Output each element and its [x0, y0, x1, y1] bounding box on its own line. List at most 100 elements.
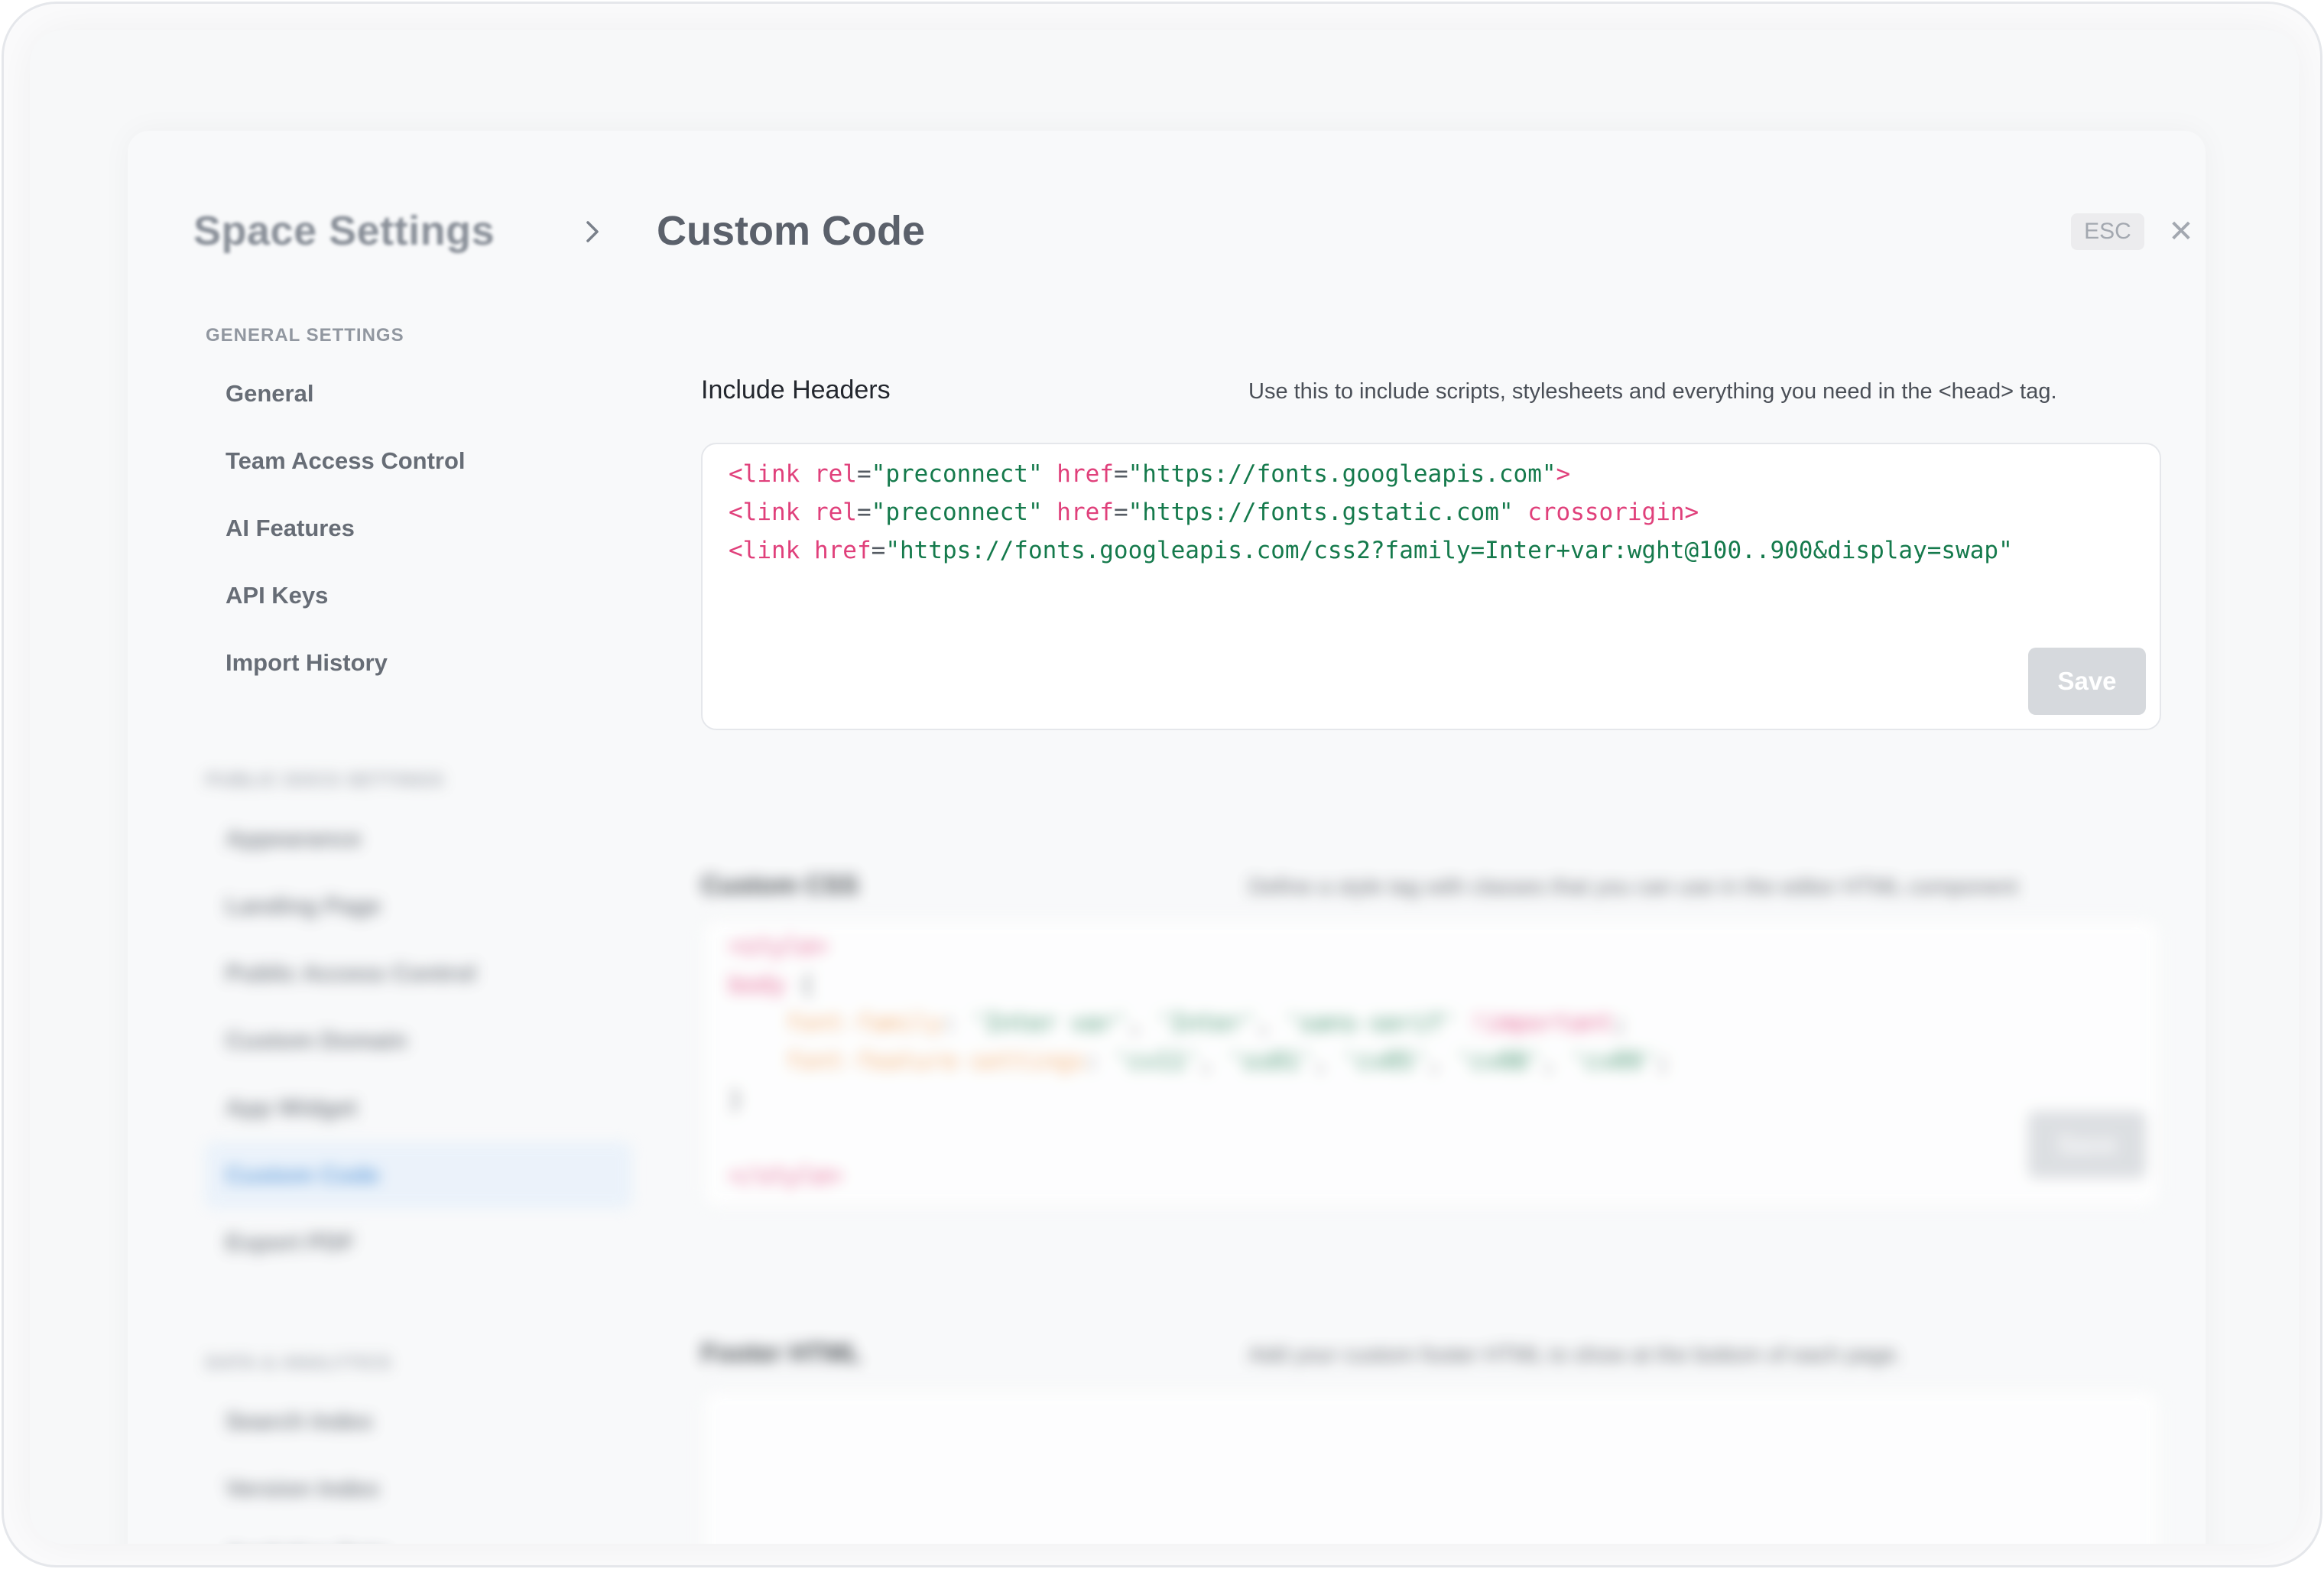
code-line[interactable]: </style>	[729, 1157, 2137, 1195]
code-token: }	[729, 1086, 743, 1113]
sidebar-general-list: General Team Access Control AI Features …	[204, 360, 632, 697]
sidebar-item-landing-page[interactable]: Landing Page	[204, 872, 632, 940]
custom-css-section: Custom CSS Define a style tag with class…	[701, 871, 2161, 1330]
device-frame: Space Settings Custom Code ESC ✕ GENERAL…	[2, 2, 2322, 1567]
code-token: "https://fonts.googleapis.com/css2?famil…	[885, 537, 2013, 564]
sidebar-third-list: Search Index Version Index Analytics Dat…	[204, 1388, 632, 1544]
code-token: {	[785, 971, 814, 999]
sidebar-item-custom-code[interactable]: Custom Code	[204, 1142, 632, 1209]
code-token: "https://fonts.googleapis.com"	[1128, 460, 1556, 488]
code-token: ;	[1613, 1009, 1628, 1037]
code-line[interactable]: <link rel="preconnect" href="https://fon…	[729, 455, 2137, 493]
code-token: ,	[1199, 1048, 1229, 1075]
code-line[interactable]: <style>	[729, 927, 2137, 966]
css-code-editor[interactable]: <style> body { font-family: 'Inter var', …	[701, 918, 2161, 1209]
footer-html-section: Footer HTML Add your custom footer HTML …	[701, 1339, 2161, 1544]
settings-modal: Space Settings Custom Code ESC ✕ GENERAL…	[128, 131, 2206, 1544]
footer-code-editor[interactable]	[701, 1389, 2161, 1544]
sidebar-item-api-keys[interactable]: API Keys	[204, 562, 632, 629]
code-token: 'cv11'	[1113, 1048, 1199, 1075]
code-line[interactable]: font-feature-settings: 'cv11', 'ss01', '…	[729, 1042, 2137, 1080]
code-token: </style>	[729, 1162, 843, 1190]
sidebar-item-custom-domain[interactable]: Custom Domain	[204, 1007, 632, 1074]
code-token: =	[856, 460, 872, 488]
code-token: 'cv08'	[1456, 1048, 1542, 1075]
include-headers-description: Use this to include scripts, stylesheets…	[1248, 379, 2057, 404]
code-token: 'ss01'	[1228, 1048, 1314, 1075]
sidebar-item-app-widget[interactable]: App Widget	[204, 1074, 632, 1142]
code-token: href	[1057, 460, 1114, 488]
code-token: 'Inter'	[1156, 1009, 1257, 1037]
code-token: ,	[1313, 1048, 1342, 1075]
sidebar-section-general: GENERAL SETTINGS	[206, 325, 404, 346]
code-token: :	[1085, 1048, 1114, 1075]
code-line[interactable]: }	[729, 1080, 2137, 1119]
include-headers-section: Include Headers Use this to include scri…	[701, 375, 2161, 834]
code-token: font-feature-settings	[729, 1048, 1086, 1075]
code-token: href	[1057, 499, 1114, 526]
code-token: 'cv05'	[1342, 1048, 1428, 1075]
code-token: ,	[1256, 1009, 1285, 1037]
code-token: 'sans-serif'	[1284, 1009, 1456, 1037]
close-icon[interactable]: ✕	[2167, 216, 2195, 247]
headers-save-button[interactable]: Save	[2028, 648, 2146, 715]
code-token: ,	[1128, 1009, 1157, 1037]
code-token: =	[1113, 499, 1128, 526]
chevron-right-icon	[586, 221, 599, 242]
page-title: Custom Code	[657, 208, 925, 254]
code-token: font-family	[729, 1009, 943, 1037]
css-save-button[interactable]: Save	[2028, 1111, 2146, 1178]
code-token: <style>	[729, 933, 829, 960]
esc-badge: ESC	[2071, 213, 2144, 250]
code-line[interactable]: font-family: 'Inter var', 'Inter', 'sans…	[729, 1004, 2137, 1042]
code-token: =	[871, 537, 886, 564]
code-token: "preconnect"	[871, 499, 1057, 526]
code-token: 'Inter var'	[971, 1009, 1128, 1037]
sidebar-item-search-index[interactable]: Search Index	[204, 1388, 632, 1455]
code-token: href	[813, 537, 872, 564]
code-token: >	[1556, 460, 1571, 488]
sidebar-item-export-pdf[interactable]: Export PDF	[204, 1209, 632, 1276]
custom-css-title: Custom CSS	[701, 871, 859, 900]
breadcrumb-root[interactable]: Space Settings	[193, 207, 495, 255]
sidebar-item-general[interactable]: General	[204, 360, 632, 427]
footer-html-description: Add your custom footer HTML to show at t…	[1248, 1343, 1902, 1367]
code-token: :	[942, 1009, 972, 1037]
code-token: ,	[1427, 1048, 1456, 1075]
code-token: "https://fonts.gstatic.com"	[1128, 499, 1528, 526]
sidebar-item-analytics-data[interactable]: Analytics Data	[204, 1522, 632, 1544]
app-window: Space Settings Custom Code ESC ✕ GENERAL…	[30, 30, 2299, 1544]
code-token: rel	[813, 460, 857, 488]
sidebar-item-import-history[interactable]: Import History	[204, 629, 632, 697]
code-line[interactable]: <link rel="preconnect" href="https://fon…	[729, 493, 2137, 531]
code-token: "preconnect"	[871, 460, 1057, 488]
headers-code-lines[interactable]: <link rel="preconnect" href="https://fon…	[729, 455, 2137, 570]
code-token: =	[1113, 460, 1128, 488]
code-line[interactable]: body {	[729, 966, 2137, 1004]
code-token: 'cv09'	[1570, 1048, 1657, 1075]
code-line[interactable]: <link href="https://fonts.googleapis.com…	[729, 531, 2137, 570]
custom-css-description: Define a style tag with classes that you…	[1248, 875, 2018, 899]
code-line[interactable]	[729, 1119, 2137, 1157]
sidebar-section-public: PUBLIC DOCS SETTINGS	[206, 770, 445, 791]
footer-html-title: Footer HTML	[701, 1339, 862, 1368]
css-code-lines[interactable]: <style> body { font-family: 'Inter var', …	[729, 927, 2137, 1195]
sidebar-section-third: DATA & ANALYTICS	[206, 1353, 392, 1373]
sidebar-item-public-access-control[interactable]: Public Access Control	[204, 940, 632, 1007]
sidebar-item-version-index[interactable]: Version Index	[204, 1455, 632, 1522]
sidebar-public-list: Appearance Landing Page Public Access Co…	[204, 805, 632, 1276]
sidebar-item-appearance[interactable]: Appearance	[204, 805, 632, 872]
code-token: ;	[1656, 1048, 1670, 1075]
code-token: <link	[729, 537, 814, 564]
sidebar-item-ai-features[interactable]: AI Features	[204, 495, 632, 562]
headers-code-editor[interactable]: <link rel="preconnect" href="https://fon…	[701, 443, 2161, 730]
settings-sidebar: GENERAL SETTINGS General Team Access Con…	[204, 325, 632, 1544]
code-token: rel	[813, 499, 857, 526]
code-token: crossorigin>	[1527, 499, 1699, 526]
code-token: <link	[729, 460, 814, 488]
sidebar-item-team-access-control[interactable]: Team Access Control	[204, 427, 632, 495]
code-token: !important	[1456, 1009, 1614, 1037]
include-headers-title: Include Headers	[701, 375, 891, 404]
code-token: body	[729, 971, 786, 999]
code-token: ,	[1541, 1048, 1571, 1075]
